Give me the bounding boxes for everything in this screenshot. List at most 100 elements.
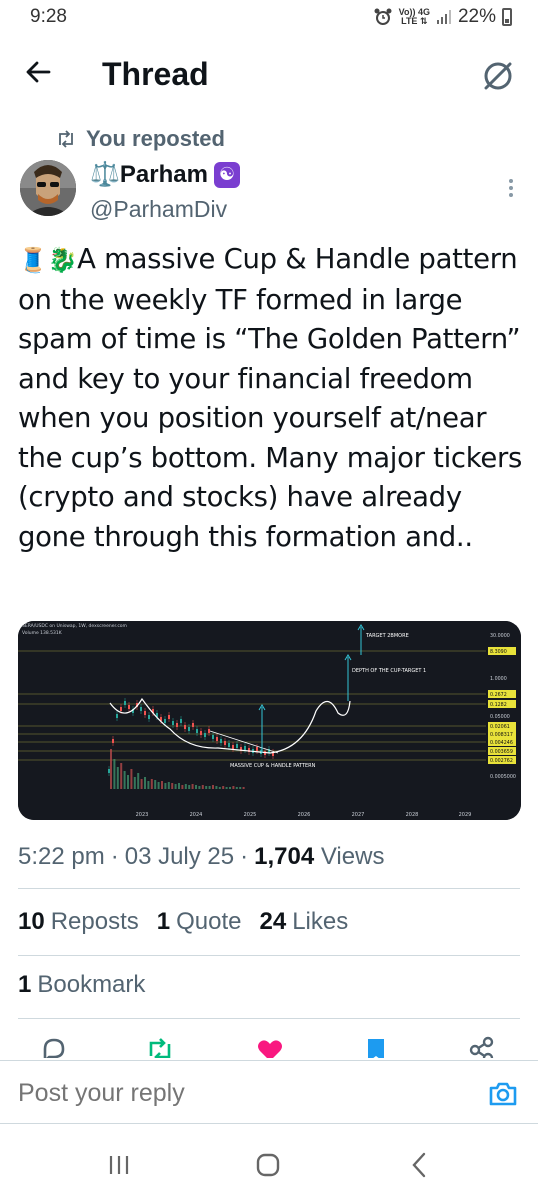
- price-label: 0.003659: [490, 749, 513, 755]
- price-label: 0.05000: [490, 714, 510, 720]
- tweet-media-chart[interactable]: SERA/USDC on Uniswap, 1W, dexscreener.co…: [18, 621, 521, 820]
- volume-bar: [133, 777, 136, 789]
- avatar-image: [20, 160, 76, 216]
- price-label: 0.1282: [490, 702, 507, 708]
- reposts-stat[interactable]: 10 Reposts: [18, 908, 139, 936]
- candle-body: [196, 729, 198, 733]
- repost-icon: [59, 130, 73, 148]
- candle-body: [200, 731, 202, 735]
- reply-bar: [0, 1060, 538, 1124]
- candle-body: [124, 701, 126, 705]
- signal-icon: [436, 10, 451, 24]
- volume-bar: [123, 771, 126, 789]
- tweet-meta: 5:22 pm · 03 July 25 · 1,704 Views: [18, 843, 384, 871]
- volume-bar: [116, 767, 119, 789]
- volume-bar: [201, 785, 204, 789]
- yin-yang-badge-icon: ☯: [213, 161, 240, 188]
- candle-body: [228, 743, 230, 747]
- candle-body: [168, 715, 170, 719]
- author-name[interactable]: ⚖️Parham ☯: [90, 160, 240, 189]
- home-icon[interactable]: [253, 1150, 283, 1180]
- status-indicators: Vo)) 4G LTE ⇅ 22%: [373, 6, 512, 28]
- volume-bar: [137, 773, 140, 789]
- quotes-label: Quote: [176, 908, 242, 935]
- grok-icon[interactable]: [478, 56, 518, 96]
- candle-body: [256, 747, 258, 751]
- candle-body: [204, 733, 206, 737]
- candle-body: [244, 746, 246, 750]
- volume-bar: [235, 787, 238, 789]
- tweet-stats: 10 Reposts 1 Quote 24 Likes: [18, 908, 348, 936]
- volume-bar: [222, 786, 225, 789]
- share-icon[interactable]: [468, 1036, 496, 1058]
- tweet-text: 🧵🐉A massive Cup & Handle pattern on the …: [18, 240, 526, 557]
- author-name-text: ⚖️Parham: [90, 161, 208, 188]
- battery-icon: [502, 8, 512, 26]
- tweet-date: 03 July 25: [124, 843, 235, 870]
- volume-bar: [174, 784, 177, 789]
- system-back-icon[interactable]: [405, 1150, 435, 1180]
- arrow-left-icon: [26, 61, 51, 83]
- recent-apps-icon[interactable]: [104, 1150, 134, 1180]
- volume-bar: [140, 779, 143, 789]
- camera-icon[interactable]: [488, 1079, 518, 1109]
- candle-body: [148, 715, 150, 719]
- volume-bar: [127, 775, 129, 789]
- bookmarks-label: Bookmark: [37, 971, 146, 998]
- candle-body: [140, 707, 142, 711]
- likes-count: 24: [259, 908, 287, 935]
- more-vertical-icon: [509, 179, 513, 197]
- back-button[interactable]: [24, 58, 52, 94]
- volume-bar: [242, 787, 245, 789]
- annotation-target: TARGET 2BMORE: [365, 633, 409, 639]
- volume-bar: [157, 782, 160, 789]
- candle-body: [172, 721, 174, 725]
- volume-bar: [218, 787, 221, 789]
- candle-body: [212, 735, 214, 739]
- volume-bar: [191, 784, 194, 789]
- bookmarks-stat[interactable]: 1 Bookmark: [18, 971, 145, 999]
- volume-bar: [184, 784, 187, 789]
- app-header: Thread: [0, 48, 538, 104]
- volume-bar: [171, 783, 174, 789]
- author-handle[interactable]: @ParhamDiv: [90, 196, 227, 223]
- price-label: 0.004246: [490, 740, 513, 746]
- chart-ticker: SERA/USDC on Uniswap, 1W, dexscreener.co…: [22, 623, 127, 629]
- avatar[interactable]: [20, 160, 76, 216]
- reposts-label: Reposts: [50, 908, 139, 935]
- volume-bar: [188, 785, 191, 789]
- candle-body: [220, 739, 222, 743]
- volume-bar: [215, 786, 218, 789]
- meta-separator: ·: [240, 843, 249, 870]
- candle-body: [192, 723, 194, 727]
- bookmark-icon[interactable]: [362, 1036, 390, 1058]
- repost-action-icon[interactable]: [146, 1036, 174, 1058]
- reply-icon[interactable]: [40, 1036, 68, 1058]
- candle-body: [108, 769, 110, 773]
- x-label: 2026: [298, 812, 311, 818]
- volume-bar: [181, 785, 184, 789]
- chart-svg: SERA/USDC on Uniswap, 1W, dexscreener.co…: [18, 621, 521, 820]
- like-icon[interactable]: [256, 1036, 284, 1058]
- volume-bar: [150, 779, 153, 789]
- likes-stat[interactable]: 24 Likes: [260, 908, 349, 936]
- bookmarks-count: 1: [18, 971, 32, 998]
- reposts-count: 10: [18, 908, 45, 935]
- volume-bar: [110, 749, 112, 789]
- volume-bar: [198, 786, 201, 789]
- price-label: 0.0005000: [490, 774, 516, 780]
- volume-bar: [225, 787, 228, 789]
- divider: [18, 1018, 520, 1019]
- x-label: 2024: [190, 812, 203, 818]
- repost-indicator: You reposted: [56, 126, 225, 152]
- tweet-actions: [0, 1034, 538, 1058]
- reply-input[interactable]: [18, 1079, 438, 1108]
- candle-body: [128, 705, 130, 709]
- views[interactable]: 1,704 Views: [254, 843, 384, 871]
- quotes-count: 1: [156, 908, 171, 935]
- volume-bar: [130, 769, 133, 789]
- status-bar: 9:28 Vo)) 4G LTE ⇅ 22%: [0, 0, 538, 40]
- volume-bar: [178, 783, 180, 789]
- more-options-button[interactable]: [506, 178, 516, 198]
- quotes-stat[interactable]: 1 Quote: [157, 908, 242, 936]
